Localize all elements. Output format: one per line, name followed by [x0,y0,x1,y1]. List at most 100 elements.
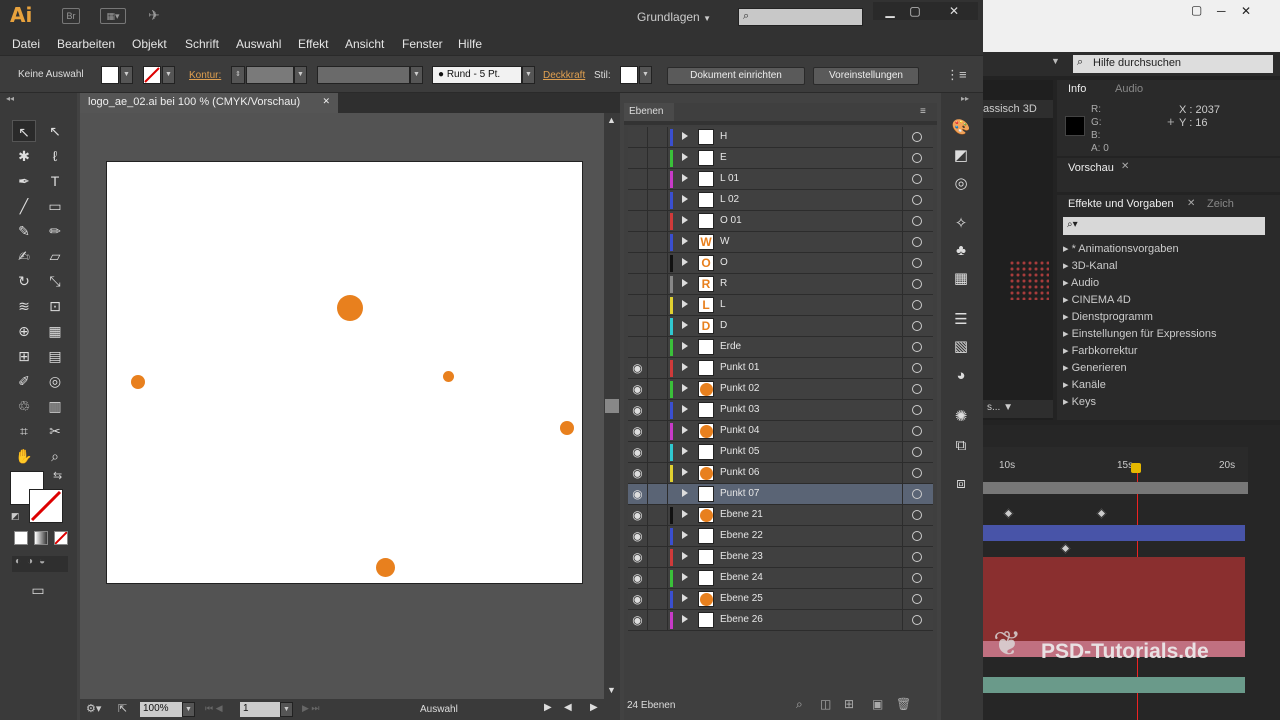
arrange-documents-icon[interactable]: ▦▾ [100,8,126,24]
lock-toggle[interactable] [648,421,668,441]
stroke-weight-dropdown[interactable]: ▼ [294,66,307,84]
target-circle[interactable] [902,190,933,210]
gradient-mode-icon[interactable] [34,531,48,545]
visibility-eye-icon[interactable]: ◉ [628,505,648,525]
first-artboard-icon[interactable]: ⏮ ◀ [205,703,223,714]
direct-selection-tool-icon[interactable]: ↖ [43,120,67,142]
mesh-tool-icon[interactable]: ⊞ [12,345,36,367]
visibility-eye-icon[interactable]: ◉ [628,442,648,462]
target-circle[interactable] [902,610,933,630]
menu-effekt[interactable]: Effekt [298,37,328,51]
orange-dot-left[interactable] [131,375,145,389]
layer-row[interactable]: O 01 [628,211,933,232]
gradient-tool-icon[interactable]: ▤ [43,345,67,367]
lock-toggle[interactable] [648,337,668,357]
layer-row[interactable]: ◉ Ebene 22 [628,526,933,547]
expand-icon[interactable]: ▸▸ [961,94,969,103]
visibility-eye-icon[interactable]: ◉ [628,589,648,609]
expand-triangle-icon[interactable] [682,552,688,560]
close-button[interactable]: ✕ [930,2,978,20]
new-layer-icon[interactable]: ▣ [872,697,883,711]
rectangle-tool-icon[interactable]: ▭ [43,195,67,217]
character-tab[interactable]: Zeich [1207,198,1234,210]
line-tool-icon[interactable]: ╱ [12,195,36,217]
layer-row[interactable]: H [628,127,933,148]
orange-dot-right[interactable] [560,421,574,435]
scale-tool-icon[interactable]: ⤡ [43,270,67,292]
preview-tab[interactable]: Vorschau [1068,162,1114,174]
artboard-field[interactable]: 1 [240,702,280,717]
layer-row[interactable]: LL [628,295,933,316]
fill-swatch[interactable] [101,66,119,84]
visibility-eye-icon[interactable] [628,190,648,210]
fill-dropdown[interactable]: ▼ [120,66,133,84]
lock-toggle[interactable] [648,547,668,567]
symbols-icon[interactable]: ♣ [950,240,972,262]
expand-triangle-icon[interactable] [682,342,688,350]
target-circle[interactable] [902,358,933,378]
eyedropper-tool-icon[interactable]: ✐ [12,370,36,392]
gpu-icon[interactable]: ⚙▾ [86,702,101,715]
document-tab[interactable]: logo_ae_02.ai bei 100 % (CMYK/Vorschau) ✕ [80,93,338,113]
expand-triangle-icon[interactable] [682,447,688,455]
zoom-dropdown[interactable]: ▼ [182,702,195,717]
style-swatch[interactable] [620,66,638,84]
visibility-eye-icon[interactable] [628,274,648,294]
width-tool-icon[interactable]: ≋ [12,295,36,317]
locate-object-icon[interactable]: ⌕ [796,697,803,712]
lock-toggle[interactable] [648,505,668,525]
close-button[interactable]: ✕ [1241,4,1251,18]
stroke-swatch[interactable] [143,66,161,84]
expand-triangle-icon[interactable] [682,468,688,476]
target-circle[interactable] [902,253,933,273]
blend-tool-icon[interactable]: ◎ [43,370,67,392]
visibility-eye-icon[interactable] [628,295,648,315]
layer-row[interactable]: OO [628,253,933,274]
effect-category[interactable]: ▸ Dienstprogramm [1063,310,1153,323]
work-area-bar[interactable] [983,482,1248,494]
lock-toggle[interactable] [648,169,668,189]
visibility-eye-icon[interactable]: ◉ [628,484,648,504]
expand-triangle-icon[interactable] [682,258,688,266]
collapse-icon[interactable]: ◂◂ [6,94,14,103]
lock-toggle[interactable] [648,148,668,168]
track-blue[interactable] [983,525,1245,541]
lock-toggle[interactable] [648,568,668,588]
layer-row[interactable]: ◉ Punkt 03 [628,400,933,421]
expand-triangle-icon[interactable] [682,300,688,308]
minimize-button[interactable]: ─ [1217,4,1226,18]
expand-triangle-icon[interactable] [682,573,688,581]
effect-category[interactable]: ▸ 3D-Kanal [1063,259,1117,272]
brush-dropdown[interactable]: ▼ [522,66,535,84]
visibility-eye-icon[interactable]: ◉ [628,610,648,630]
expand-triangle-icon[interactable] [682,216,688,224]
rotate-tool-icon[interactable]: ↻ [12,270,36,292]
stroke-weight-field[interactable] [246,66,294,84]
visibility-eye-icon[interactable] [628,127,648,147]
visibility-eye-icon[interactable]: ◉ [628,547,648,567]
lock-toggle[interactable] [648,253,668,273]
effect-category[interactable]: ▸ Keys [1063,395,1096,408]
lock-toggle[interactable] [648,232,668,252]
menu-schrift[interactable]: Schrift [185,37,219,51]
layer-row[interactable]: WW [628,232,933,253]
stroke-panel-icon[interactable]: ☰ [950,309,972,331]
target-circle[interactable] [902,274,933,294]
expand-triangle-icon[interactable] [682,153,688,161]
clipping-mask-icon[interactable]: ◫ [820,697,831,711]
maximize-button[interactable]: ▢ [1191,3,1202,17]
layers-tab[interactable]: Ebenen [624,103,674,121]
brushes-icon[interactable]: ✧ [950,213,972,235]
layer-row[interactable]: E [628,148,933,169]
none-mode-icon[interactable] [54,531,68,545]
target-circle[interactable] [902,379,933,399]
color-guide-icon[interactable]: ◩ [950,145,972,167]
target-circle[interactable] [902,127,933,147]
gpu-rocket-icon[interactable]: ✈ [143,8,165,24]
shape-builder-tool-icon[interactable]: ⊕ [12,320,36,342]
layer-row[interactable]: ◉ Punkt 05 [628,442,933,463]
expand-triangle-icon[interactable] [682,426,688,434]
deckkraft-label[interactable]: Deckkraft [543,70,585,81]
effect-category[interactable]: ▸ Kanäle [1063,378,1106,391]
layer-row[interactable]: ◉ Ebene 23 [628,547,933,568]
